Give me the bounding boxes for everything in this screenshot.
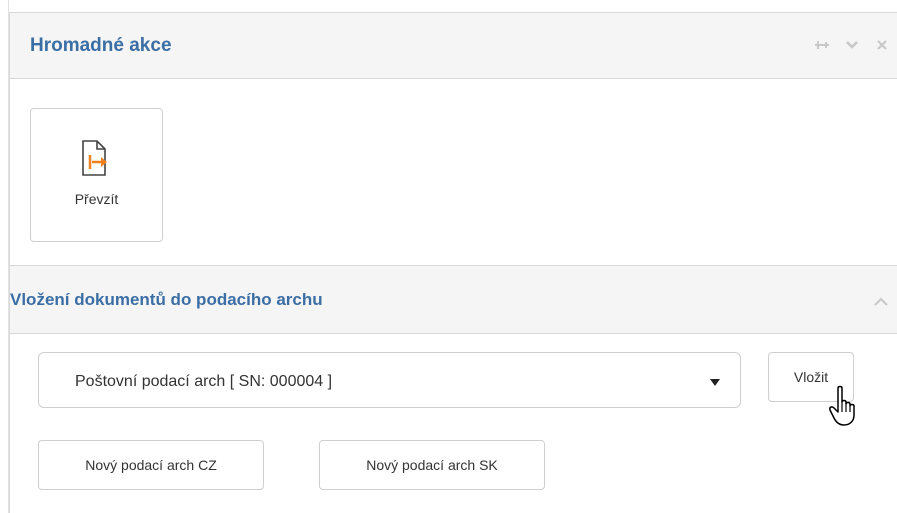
section-header[interactable]: Vložení dokumentů do podacího archu [10, 265, 897, 334]
chevron-down-icon[interactable] [844, 37, 860, 53]
take-over-document-icon [79, 139, 113, 177]
new-sheet-cz-button[interactable]: Nový podací arch CZ [38, 440, 264, 490]
pin-icon[interactable] [814, 37, 830, 53]
section-title: Vložení dokumentů do podacího archu [10, 290, 323, 309]
panel-header: Hromadné akce [10, 13, 897, 79]
take-over-tile[interactable]: Převzít [30, 108, 163, 242]
chevron-up-icon[interactable] [874, 294, 888, 306]
mailing-sheet-select-value: Poštovní podací arch [ SN: 000004 ] [75, 373, 333, 390]
panel-title: Hromadné akce [30, 35, 172, 56]
window-edge [0, 0, 9, 513]
panel-tools [814, 37, 890, 53]
hand-cursor-icon [828, 385, 860, 427]
close-icon[interactable] [874, 37, 890, 53]
new-sheet-sk-button[interactable]: Nový podací arch SK [319, 440, 545, 490]
caret-down-icon [710, 379, 720, 386]
mailing-sheet-select[interactable]: Poštovní podací arch [ SN: 000004 ] [38, 352, 741, 408]
bulk-actions-panel: Hromadné akce Převzít Vložení dokumentů … [9, 12, 897, 513]
take-over-label: Převzít [74, 191, 119, 207]
